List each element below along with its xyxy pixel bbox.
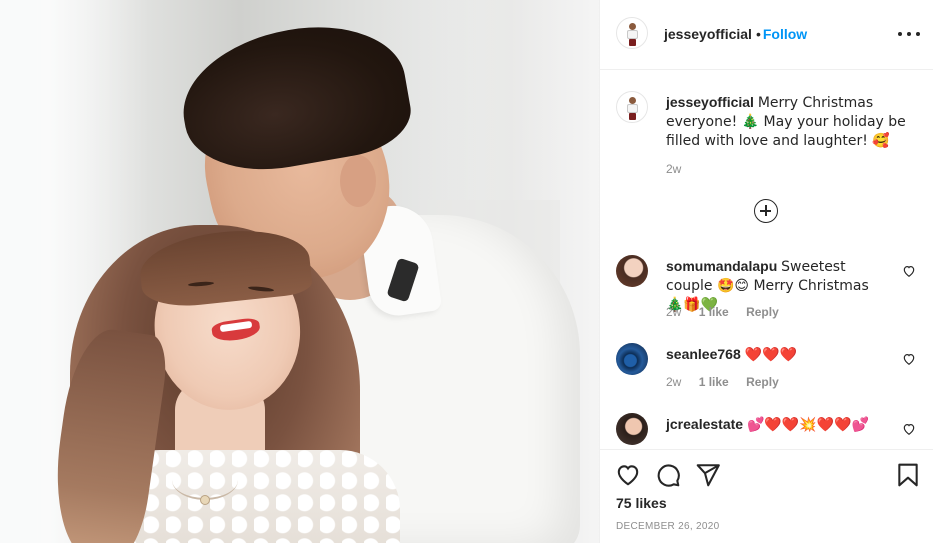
likes-count[interactable]: 75 likes [616, 495, 667, 511]
avatar-figure-body [627, 104, 638, 113]
follow-button[interactable]: Follow [763, 26, 807, 42]
post-photo[interactable] [0, 0, 599, 543]
comment-username[interactable]: jcrealestate [666, 416, 743, 432]
avatar[interactable] [616, 413, 648, 445]
caption-username[interactable]: jesseyofficial [666, 94, 754, 110]
comment-username[interactable]: somumandalapu [666, 258, 777, 274]
avatar[interactable] [616, 91, 648, 123]
more-icon-dot [916, 32, 920, 36]
avatar[interactable] [616, 17, 648, 49]
comment-text: ❤️❤️❤️ [744, 347, 797, 363]
photo-man-ear [340, 155, 376, 207]
share-icon[interactable] [695, 462, 721, 488]
comment-meta: 2w 1 like Reply [666, 375, 793, 389]
bookmark-icon[interactable] [895, 462, 921, 488]
post-header: jesseyofficial • Follow [600, 0, 933, 70]
more-icon-dot [907, 32, 911, 36]
more-icon[interactable] [898, 24, 920, 44]
comment-time[interactable]: 2w [666, 305, 681, 319]
photo-necklace [172, 460, 238, 500]
comments-list[interactable]: jesseyofficial Merry Christmas everyone!… [600, 71, 933, 449]
heart-icon[interactable] [902, 264, 916, 278]
comment-like-count[interactable]: 1 like [699, 375, 729, 389]
reply-button[interactable]: Reply [746, 375, 779, 389]
comment-icon[interactable] [655, 462, 681, 488]
post-side-panel: jesseyofficial • Follow jesseyofficial Mer… [599, 0, 933, 543]
avatar[interactable] [616, 343, 648, 375]
post-date[interactable]: DECEMBER 26, 2020 [616, 521, 719, 532]
photo-necklace-pendant [200, 495, 210, 505]
avatar-figure-body [627, 30, 638, 39]
comment-meta: 2w 1 like Reply [666, 305, 793, 319]
heart-icon[interactable] [902, 352, 916, 366]
comment-text-block: seanlee768 ❤️❤️❤️ [666, 345, 906, 364]
avatar-figure-head [629, 97, 636, 104]
comment-text: 💕❤️❤️💥❤️❤️💕 [746, 417, 869, 433]
avatar-figure-legs [629, 39, 636, 46]
header-separator: • [755, 26, 761, 42]
comment-text-block: jcrealestate 💕❤️❤️💥❤️❤️💕 [666, 415, 906, 434]
heart-icon[interactable] [902, 422, 916, 436]
caption-meta: 2w [666, 162, 695, 176]
instagram-post: jesseyofficial • Follow jesseyofficial Mer… [0, 0, 933, 543]
reply-button[interactable]: Reply [746, 305, 779, 319]
avatar-figure-head [629, 23, 636, 30]
comment-like-count[interactable]: 1 like [699, 305, 729, 319]
caption-time[interactable]: 2w [666, 162, 681, 176]
avatar-figure-legs [629, 113, 636, 120]
header-username[interactable]: jesseyofficial [664, 26, 752, 42]
comment-username[interactable]: seanlee768 [666, 346, 741, 362]
caption-text-block: jesseyofficial Merry Christmas everyone!… [666, 93, 906, 150]
comment-time[interactable]: 2w [666, 375, 681, 389]
avatar[interactable] [616, 255, 648, 287]
post-actions: 75 likes DECEMBER 26, 2020 [600, 449, 933, 543]
more-icon-dot [898, 32, 902, 36]
heart-icon[interactable] [615, 462, 641, 488]
header-user-line: jesseyofficial • Follow [664, 26, 807, 42]
plus-circle-icon[interactable] [754, 199, 778, 223]
